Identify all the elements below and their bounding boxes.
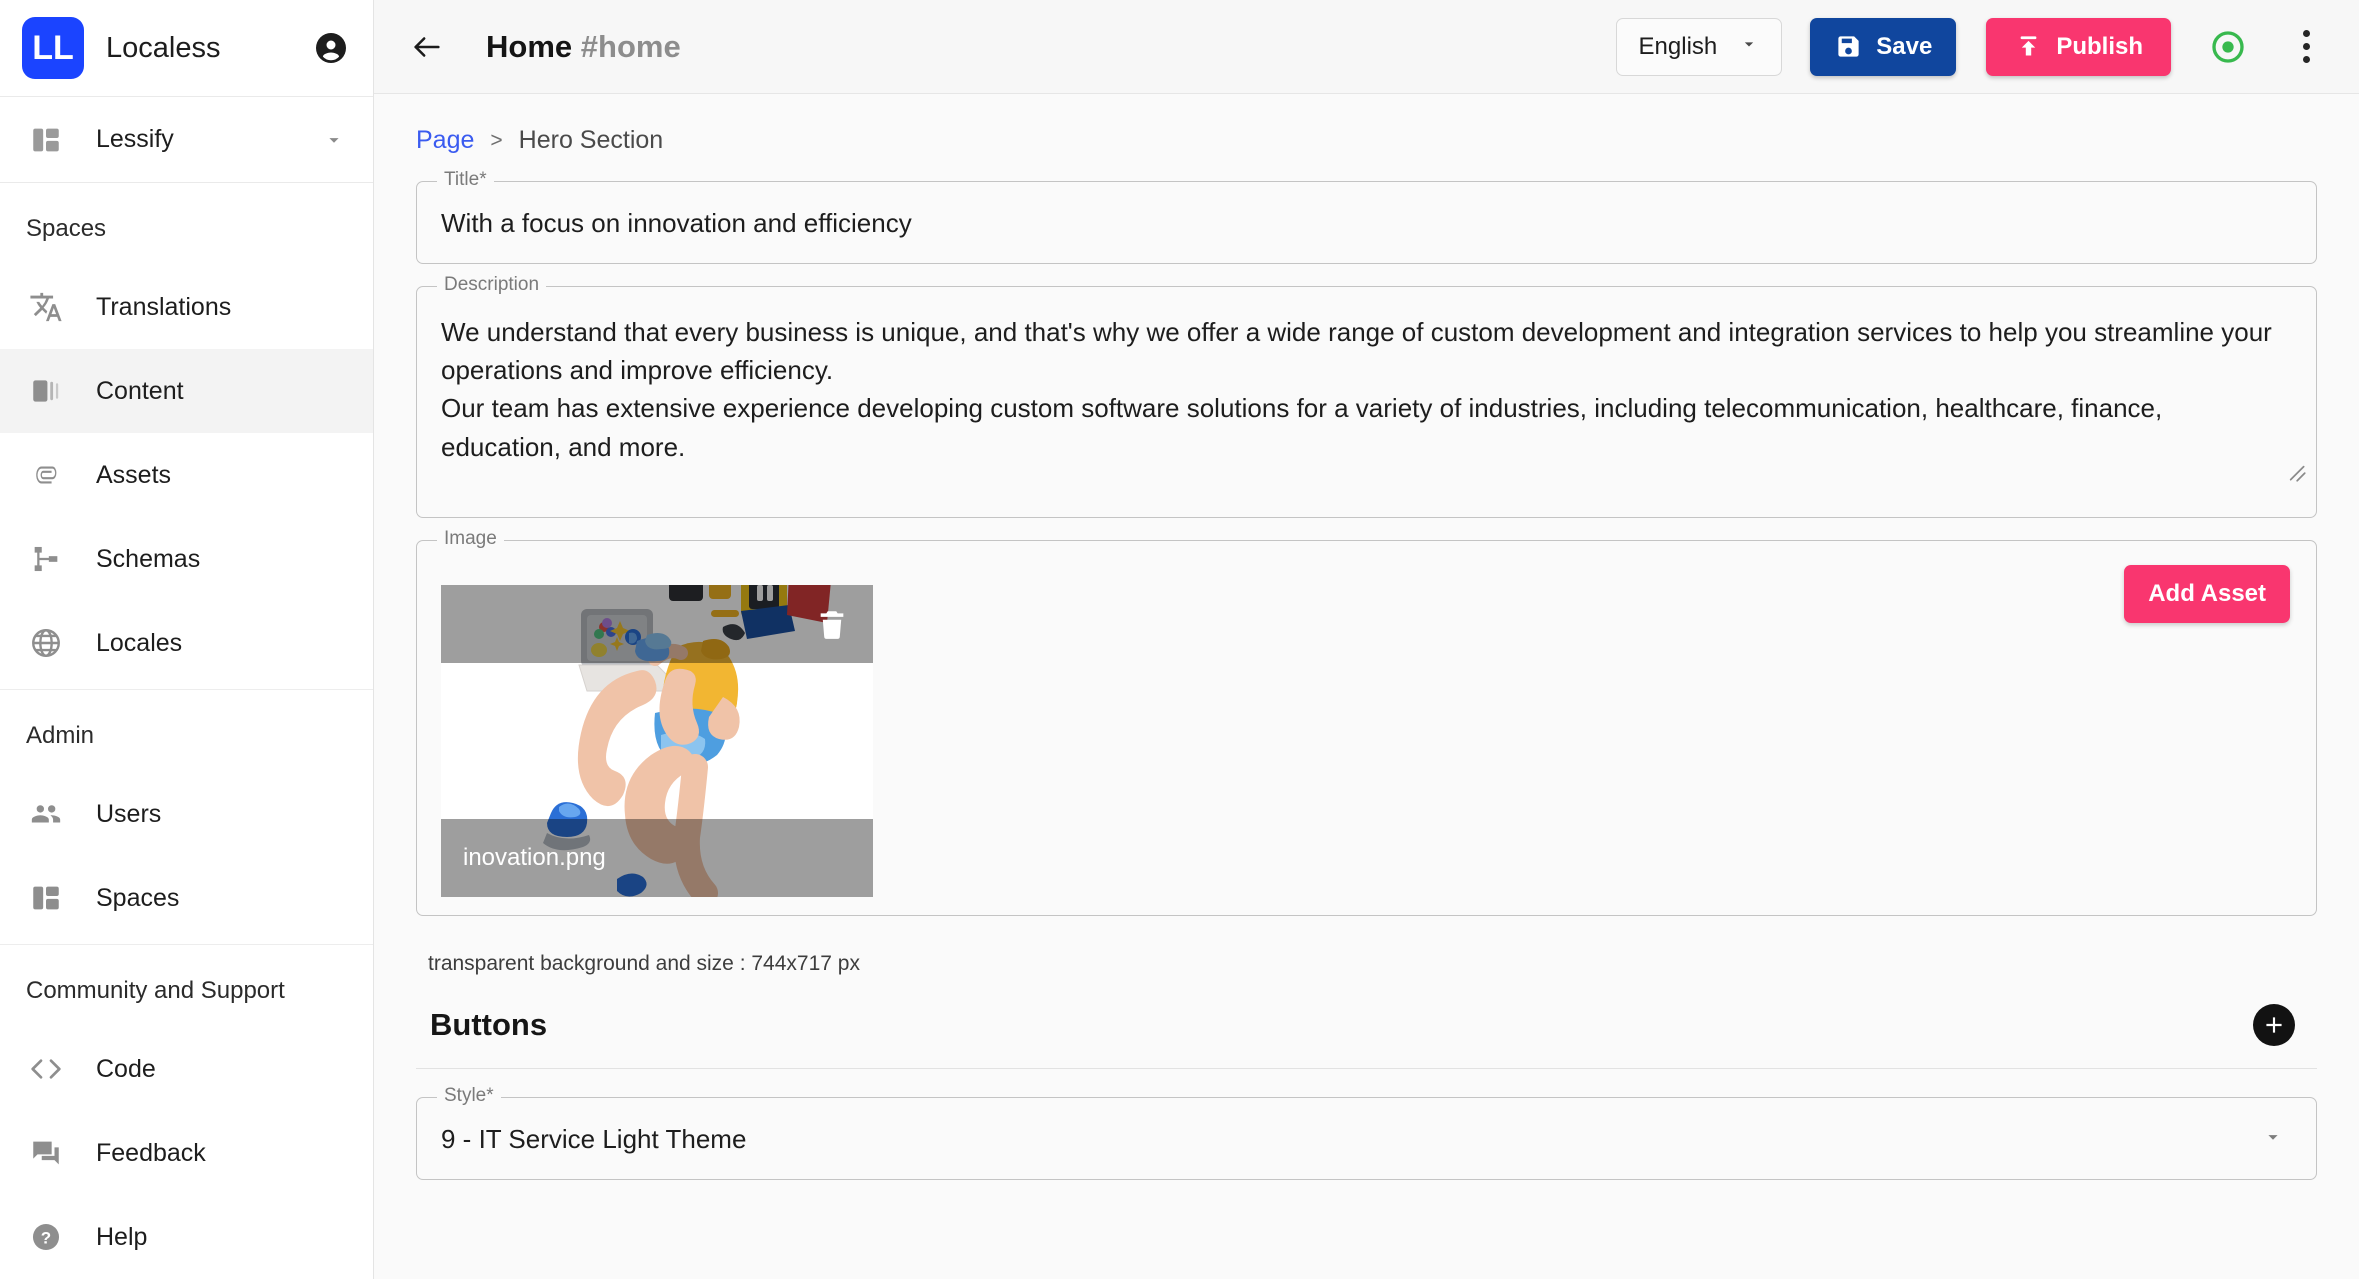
content-scroll-area: Page > Hero Section Title* With a focus … (374, 94, 2359, 1279)
main-area: Home #home English Save Publish Page > H… (374, 0, 2359, 1279)
sidebar-item-label: Users (96, 799, 162, 828)
breadcrumb: Page > Hero Section (402, 94, 2331, 181)
nav-group-title-spaces: Spaces (26, 215, 107, 242)
top-toolbar: Home #home English Save Publish (374, 0, 2359, 94)
arrow-left-icon[interactable] (400, 20, 454, 74)
sidebar-item-label: Help (96, 1222, 148, 1251)
sidebar-item-label: Code (96, 1054, 156, 1083)
save-button[interactable]: Save (1810, 17, 1957, 76)
sidebar-item-content[interactable]: Content (0, 349, 373, 433)
sidebar-item-schemas[interactable]: Schemas (0, 517, 373, 601)
buttons-section-header: Buttons (416, 976, 2317, 1069)
app-root: LL Localess Lessify Spaces Translations (0, 0, 2359, 1279)
image-hint-text: transparent background and size : 744x71… (428, 952, 860, 975)
breadcrumb-link-page[interactable]: Page (416, 126, 474, 155)
style-field-label: Style* (437, 1086, 501, 1105)
description-field-label: Description (437, 275, 547, 294)
content-icon (26, 371, 66, 411)
app-logo: LL (22, 17, 84, 79)
svg-text:?: ? (41, 1229, 51, 1248)
users-icon (26, 794, 66, 834)
nav-group-title-admin: Admin (26, 722, 95, 749)
save-disk-icon (1834, 33, 1862, 61)
page-title-text: Home (486, 28, 573, 64)
sidebar-item-label: Content (96, 376, 184, 405)
asset-thumbnail-toolbar (441, 585, 873, 663)
sidebar-item-label: Translations (96, 292, 232, 321)
space-icon (26, 120, 66, 160)
language-selector-label: English (1638, 32, 1718, 60)
image-field: Image Add Asset inovation.png (416, 529, 2317, 916)
style-select[interactable]: 9 - IT Service Light Theme (417, 1098, 2316, 1179)
schema-icon (26, 539, 66, 579)
feedback-icon (26, 1133, 66, 1173)
style-field[interactable]: Style* 9 - IT Service Light Theme (416, 1086, 2317, 1180)
kebab-dot (2302, 30, 2310, 37)
save-button-label: Save (1876, 32, 1933, 60)
asset-thumbnail[interactable]: inovation.png (441, 585, 873, 897)
space-icon (26, 878, 66, 918)
space-selector-label: Lessify (96, 125, 174, 153)
title-input[interactable]: With a focus on innovation and efficienc… (417, 182, 2316, 263)
resize-grip-icon[interactable] (2282, 458, 2308, 484)
sidebar-item-users[interactable]: Users (0, 772, 373, 856)
sidebar-item-spaces[interactable]: Spaces (0, 856, 373, 940)
paperclip-icon (26, 455, 66, 495)
kebab-dot (2302, 56, 2310, 63)
sidebar-item-label: Assets (96, 460, 172, 489)
translate-icon (26, 287, 66, 327)
image-field-label: Image (437, 529, 504, 548)
description-textarea[interactable]: We understand that every business is uni… (417, 287, 2316, 490)
description-field[interactable]: Description We understand that every bus… (416, 275, 2317, 518)
chevron-down-icon (321, 127, 347, 153)
title-field[interactable]: Title* With a focus on innovation and ef… (416, 170, 2317, 264)
help-circle-icon: ? (26, 1217, 66, 1257)
sidebar-item-feedback[interactable]: Feedback (0, 1111, 373, 1195)
chevron-down-icon (1739, 34, 1759, 59)
title-field-label: Title* (437, 170, 494, 189)
sidebar-item-label: Locales (96, 628, 183, 657)
space-selector[interactable]: Lessify (0, 97, 373, 183)
language-selector[interactable]: English (1615, 17, 1783, 76)
publish-button-label: Publish (2056, 32, 2143, 60)
sidebar-item-help[interactable]: ? Help (0, 1195, 373, 1279)
asset-file-name: inovation.png (463, 844, 606, 871)
published-status-icon[interactable] (2203, 22, 2253, 72)
trash-icon[interactable] (815, 607, 849, 641)
buttons-section-title: Buttons (430, 1007, 548, 1042)
plus-circle-icon[interactable] (2253, 1004, 2295, 1046)
sidebar: LL Localess Lessify Spaces Translations (0, 0, 374, 1279)
kebab-menu-icon[interactable] (2281, 19, 2331, 75)
page-title-handle: #home (580, 28, 681, 64)
globe-icon (26, 623, 66, 663)
sidebar-item-label: Feedback (96, 1138, 206, 1167)
nav-group-title-community: Community and Support (26, 977, 285, 1004)
style-select-value: 9 - IT Service Light Theme (441, 1124, 747, 1154)
nav-group-spaces: Spaces Translations Content Assets Schem… (0, 183, 373, 690)
nav-group-community: Community and Support Code Feedback ? He… (0, 945, 373, 1279)
sidebar-item-label: Schemas (96, 544, 201, 573)
page-title: Home #home (486, 29, 681, 65)
breadcrumb-current: Hero Section (518, 126, 664, 154)
breadcrumb-separator: > (490, 128, 503, 152)
add-asset-button[interactable]: Add Asset (2124, 565, 2290, 623)
asset-thumbnail-list: inovation.png (417, 579, 2316, 897)
code-icon (31, 1059, 61, 1079)
asset-thumbnail-caption: inovation.png (441, 819, 873, 897)
publish-button[interactable]: Publish (1986, 17, 2171, 76)
chevron-down-icon (2262, 1126, 2292, 1154)
sidebar-item-translations[interactable]: Translations (0, 265, 373, 349)
sidebar-item-label: Spaces (96, 883, 180, 912)
sidebar-item-code[interactable]: Code (0, 1027, 373, 1111)
app-name: Localess (106, 31, 221, 64)
nav-group-admin: Admin Users Spaces (0, 690, 373, 945)
sidebar-item-assets[interactable]: Assets (0, 433, 373, 517)
publish-upload-icon (2014, 33, 2042, 61)
account-circle-icon[interactable] (311, 28, 351, 68)
sidebar-item-locales[interactable]: Locales (0, 601, 373, 685)
brand-header: LL Localess (0, 0, 373, 97)
kebab-dot (2302, 43, 2310, 50)
